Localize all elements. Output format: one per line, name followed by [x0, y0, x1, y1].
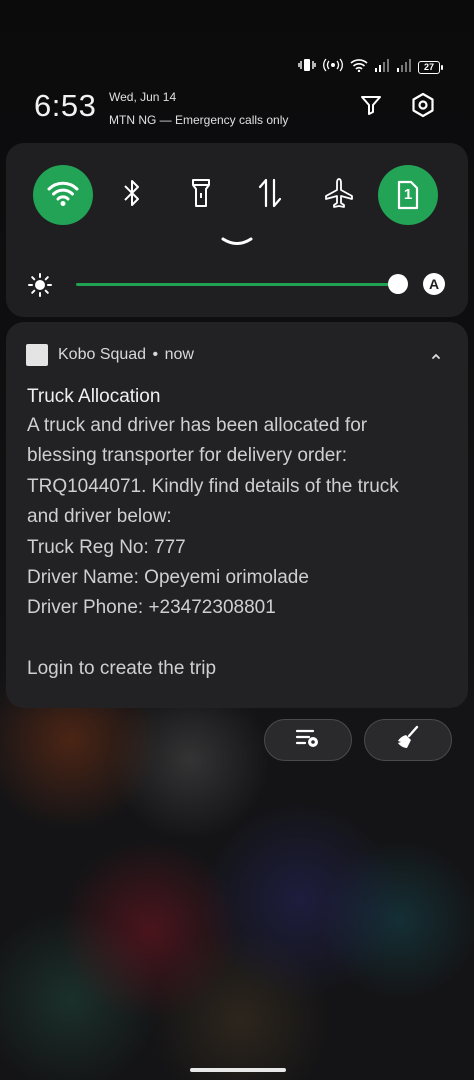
flashlight-icon	[190, 177, 212, 214]
auto-brightness-button[interactable]: A	[423, 273, 445, 295]
notification-title: Truck Allocation	[27, 386, 161, 407]
filter-button[interactable]	[356, 92, 386, 122]
signal-sim1-icon	[374, 58, 390, 77]
notification-settings-icon	[294, 727, 322, 754]
tile-airplane-mode[interactable]	[309, 165, 369, 225]
airplane-icon	[323, 177, 355, 214]
body-line: and driver below:	[27, 506, 172, 528]
quick-settings-panel: 1 A	[6, 143, 468, 317]
body-line: Truck Reg No: 777	[27, 536, 186, 558]
notification-card[interactable]: Kobo Squad • now Truck Allocation A truc…	[6, 322, 468, 708]
wifi-icon	[47, 179, 79, 212]
notification-time: now	[164, 346, 194, 363]
bluetooth-icon	[121, 177, 143, 214]
tile-mobile-data[interactable]	[240, 165, 300, 225]
sim-slot-label: 1	[403, 186, 413, 203]
tile-bluetooth[interactable]	[102, 165, 162, 225]
brightness-icon	[28, 273, 52, 297]
battery-icon: 27	[418, 61, 443, 74]
clear-all-button[interactable]	[364, 719, 452, 761]
data-arrows-icon	[257, 177, 283, 214]
brightness-slider-thumb[interactable]	[388, 274, 408, 294]
settings-button[interactable]	[408, 92, 438, 122]
brightness-slider[interactable]	[76, 274, 408, 294]
clock: 6:53	[34, 88, 97, 123]
date: Wed, Jun 14	[109, 90, 177, 104]
wifi-icon	[350, 58, 368, 77]
notification-body: A truck and driver has been allocated fo…	[27, 411, 447, 685]
body-line: A truck and driver has been allocated fo…	[27, 415, 368, 436]
app-name: Kobo Squad	[58, 346, 147, 363]
tile-wifi[interactable]	[33, 165, 93, 225]
filter-icon	[359, 93, 383, 122]
hotspot-icon	[322, 58, 344, 77]
body-line: blessing transporter for delivery order:	[27, 445, 347, 467]
body-line: TRQ1044071. Kindly find details of the t…	[27, 475, 399, 497]
home-indicator[interactable]	[190, 1068, 286, 1072]
signal-sim2-icon	[396, 58, 412, 77]
vibrate-icon	[298, 58, 316, 77]
collapse-button[interactable]	[426, 346, 446, 366]
tile-flashlight[interactable]	[171, 165, 231, 225]
body-line: Driver Name: Opeyemi orimolade	[27, 567, 309, 589]
header-separator: •	[152, 346, 159, 363]
tile-sim[interactable]: 1	[378, 165, 438, 225]
notification-header: Kobo Squad • now	[58, 346, 194, 364]
app-icon	[26, 344, 48, 366]
body-line: Driver Phone: +23472308801	[27, 597, 276, 619]
broom-icon	[395, 725, 421, 756]
notification-settings-button[interactable]	[264, 719, 352, 761]
settings-icon	[410, 92, 436, 123]
status-bar: 27	[0, 56, 474, 80]
chevron-up-icon	[426, 353, 446, 370]
expand-handle[interactable]	[219, 235, 255, 249]
body-footer: Login to create the trip	[27, 658, 217, 680]
sim-icon: 1	[397, 180, 419, 210]
carrier-status: MTN NG — Emergency calls only	[109, 113, 289, 127]
